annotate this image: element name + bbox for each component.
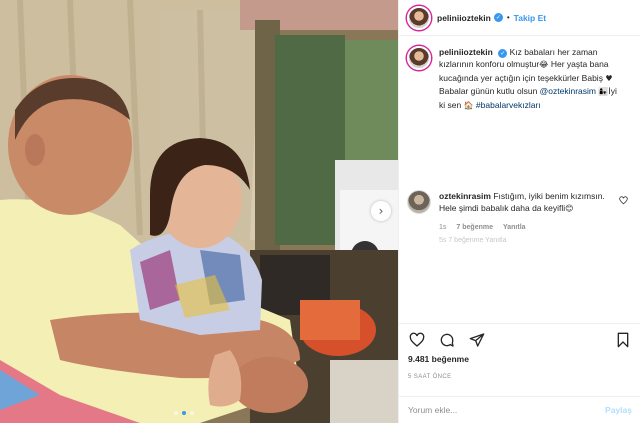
verified-badge-icon: ✓ xyxy=(493,13,503,22)
carousel-next-button[interactable]: › xyxy=(371,201,391,221)
comment-reply-button[interactable]: Yanıtla xyxy=(503,224,526,231)
author-avatar[interactable] xyxy=(407,5,431,30)
caption-mention[interactable]: @oztekinrasim xyxy=(540,86,596,96)
post-timestamp: 5 SAAT ÖNCE xyxy=(408,374,452,380)
heart-icon xyxy=(409,332,425,347)
house-emoji-icon: 🏠 xyxy=(463,100,474,110)
smile-emoji-icon: 😊 xyxy=(565,204,574,214)
author-username[interactable]: peliniioztekin xyxy=(437,13,491,23)
caption-hashtag[interactable]: #babalarvekızları xyxy=(476,100,541,110)
post-sidebar: peliniioztekin ✓ • Takip Et peliniioztek… xyxy=(398,0,640,423)
commenter-username[interactable]: oztekinrasim xyxy=(439,191,491,201)
comment-like-heart-icon[interactable] xyxy=(619,196,628,205)
share-icon xyxy=(469,332,485,347)
comment-meta: 1s 7 beğenme Yanıtla xyxy=(439,224,632,231)
carousel-dot-active xyxy=(182,411,186,415)
comment-text: oztekinrasim Fıstığım, iyiki benim kızım… xyxy=(439,190,609,216)
comment-icon xyxy=(440,333,454,347)
post-photo[interactable]: › xyxy=(0,0,398,423)
caption: peliniioztekin ✓ Kız babaları her zaman … xyxy=(407,46,632,112)
family-emoji-icon: 👩‍👧 xyxy=(598,87,609,97)
commenter-avatar[interactable] xyxy=(407,190,431,215)
caption-avatar[interactable] xyxy=(407,46,431,70)
caption-text: peliniioztekin ✓ Kız babaları her zaman … xyxy=(439,46,617,112)
heart-emoji-icon: ♥ xyxy=(605,73,613,83)
photo-illustration xyxy=(0,0,398,423)
verified-badge-icon: ✓ xyxy=(498,49,508,58)
follow-button[interactable]: Takip Et xyxy=(514,13,546,23)
like-button[interactable] xyxy=(407,330,427,350)
comment-input[interactable] xyxy=(408,405,606,415)
comments-section: peliniioztekin ✓ Kız babaları her zaman … xyxy=(399,36,640,323)
carousel-indicator xyxy=(174,411,194,415)
header-separator: • xyxy=(506,13,510,22)
likes-count[interactable]: 9.481 beğenme xyxy=(408,354,469,364)
laughing-emoji-icon: 😂 xyxy=(539,60,549,70)
action-bar xyxy=(399,323,640,355)
bookmark-icon xyxy=(617,332,629,347)
comment-age[interactable]: 1s xyxy=(439,224,446,231)
comment-button[interactable] xyxy=(437,330,457,350)
save-button[interactable] xyxy=(613,330,633,350)
comment-item: oztekinrasim Fıstığım, iyiki benim kızım… xyxy=(407,190,632,216)
faded-comment-meta: 5s 7 beğenme Yanıtla xyxy=(439,237,507,244)
caption-body: Babalar günün kutlu olsun xyxy=(439,86,540,97)
share-button[interactable] xyxy=(467,330,487,350)
post-comment-button[interactable]: Paylaş xyxy=(605,405,632,415)
post-header: peliniioztekin ✓ • Takip Et xyxy=(399,0,640,36)
carousel-dot xyxy=(174,411,178,415)
comment-likes[interactable]: 7 beğenme xyxy=(456,224,493,231)
caption-username[interactable]: peliniioztekin xyxy=(439,47,493,57)
carousel-dot xyxy=(190,411,194,415)
add-comment-bar: Paylaş xyxy=(399,396,640,423)
